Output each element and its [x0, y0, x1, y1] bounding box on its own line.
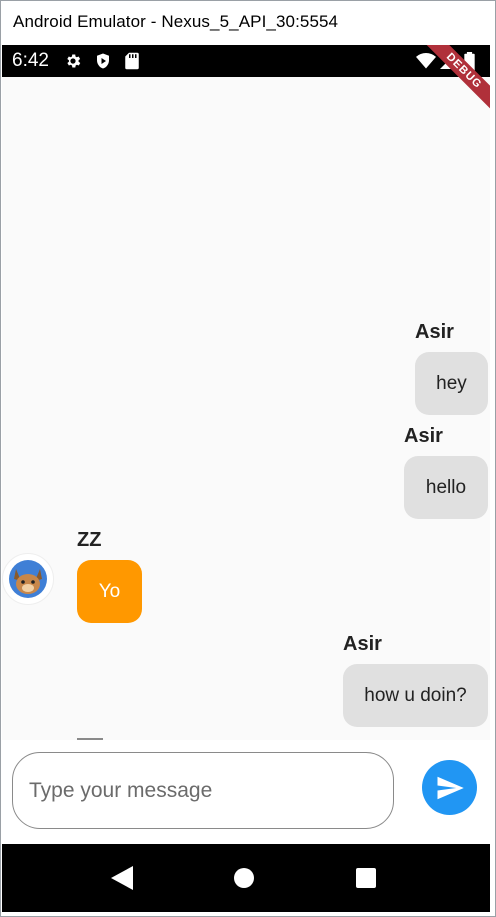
message-text: hey — [436, 372, 467, 394]
window-title: Android Emulator - Nexus_5_API_30:5554 — [13, 12, 339, 31]
recents-icon — [356, 868, 376, 888]
send-icon — [437, 776, 464, 799]
message-bubble[interactable]: Yo — [77, 560, 142, 623]
window-titlebar: Android Emulator - Nexus_5_API_30:5554 — [0, 0, 496, 45]
device-screen: 6:42 DEBUG Asir hey Asir hello ZZ Yo Asi… — [2, 45, 490, 912]
status-time: 6:42 — [12, 50, 49, 71]
back-icon — [111, 866, 133, 890]
home-icon — [234, 868, 254, 888]
message-sender: Asir — [343, 633, 382, 655]
message-sender: Asir — [415, 321, 454, 343]
message-bubble[interactable]: hey — [415, 352, 488, 415]
cartoon-avatar-icon — [9, 560, 47, 598]
message-sender: ZZ — [77, 529, 102, 551]
message-text: hello — [425, 476, 467, 498]
shield-icon — [94, 52, 112, 75]
message-bubble[interactable]: hello — [404, 456, 488, 519]
message-input[interactable] — [12, 752, 394, 829]
send-button[interactable] — [422, 760, 477, 815]
composer — [2, 740, 490, 844]
gear-icon — [64, 52, 82, 75]
navigation-bar — [2, 844, 490, 912]
avatar[interactable] — [2, 553, 54, 605]
back-button[interactable] — [106, 862, 138, 894]
message-text: how u doin? — [364, 684, 467, 706]
home-button[interactable] — [228, 862, 260, 894]
sd-card-icon — [124, 52, 140, 75]
message-text: Yo — [98, 580, 121, 602]
status-bar: 6:42 DEBUG — [2, 45, 490, 120]
message-bubble[interactable]: how u doin? — [343, 664, 488, 727]
wifi-icon — [416, 52, 436, 75]
recents-button[interactable] — [350, 862, 382, 894]
message-sender: Asir — [404, 425, 443, 447]
